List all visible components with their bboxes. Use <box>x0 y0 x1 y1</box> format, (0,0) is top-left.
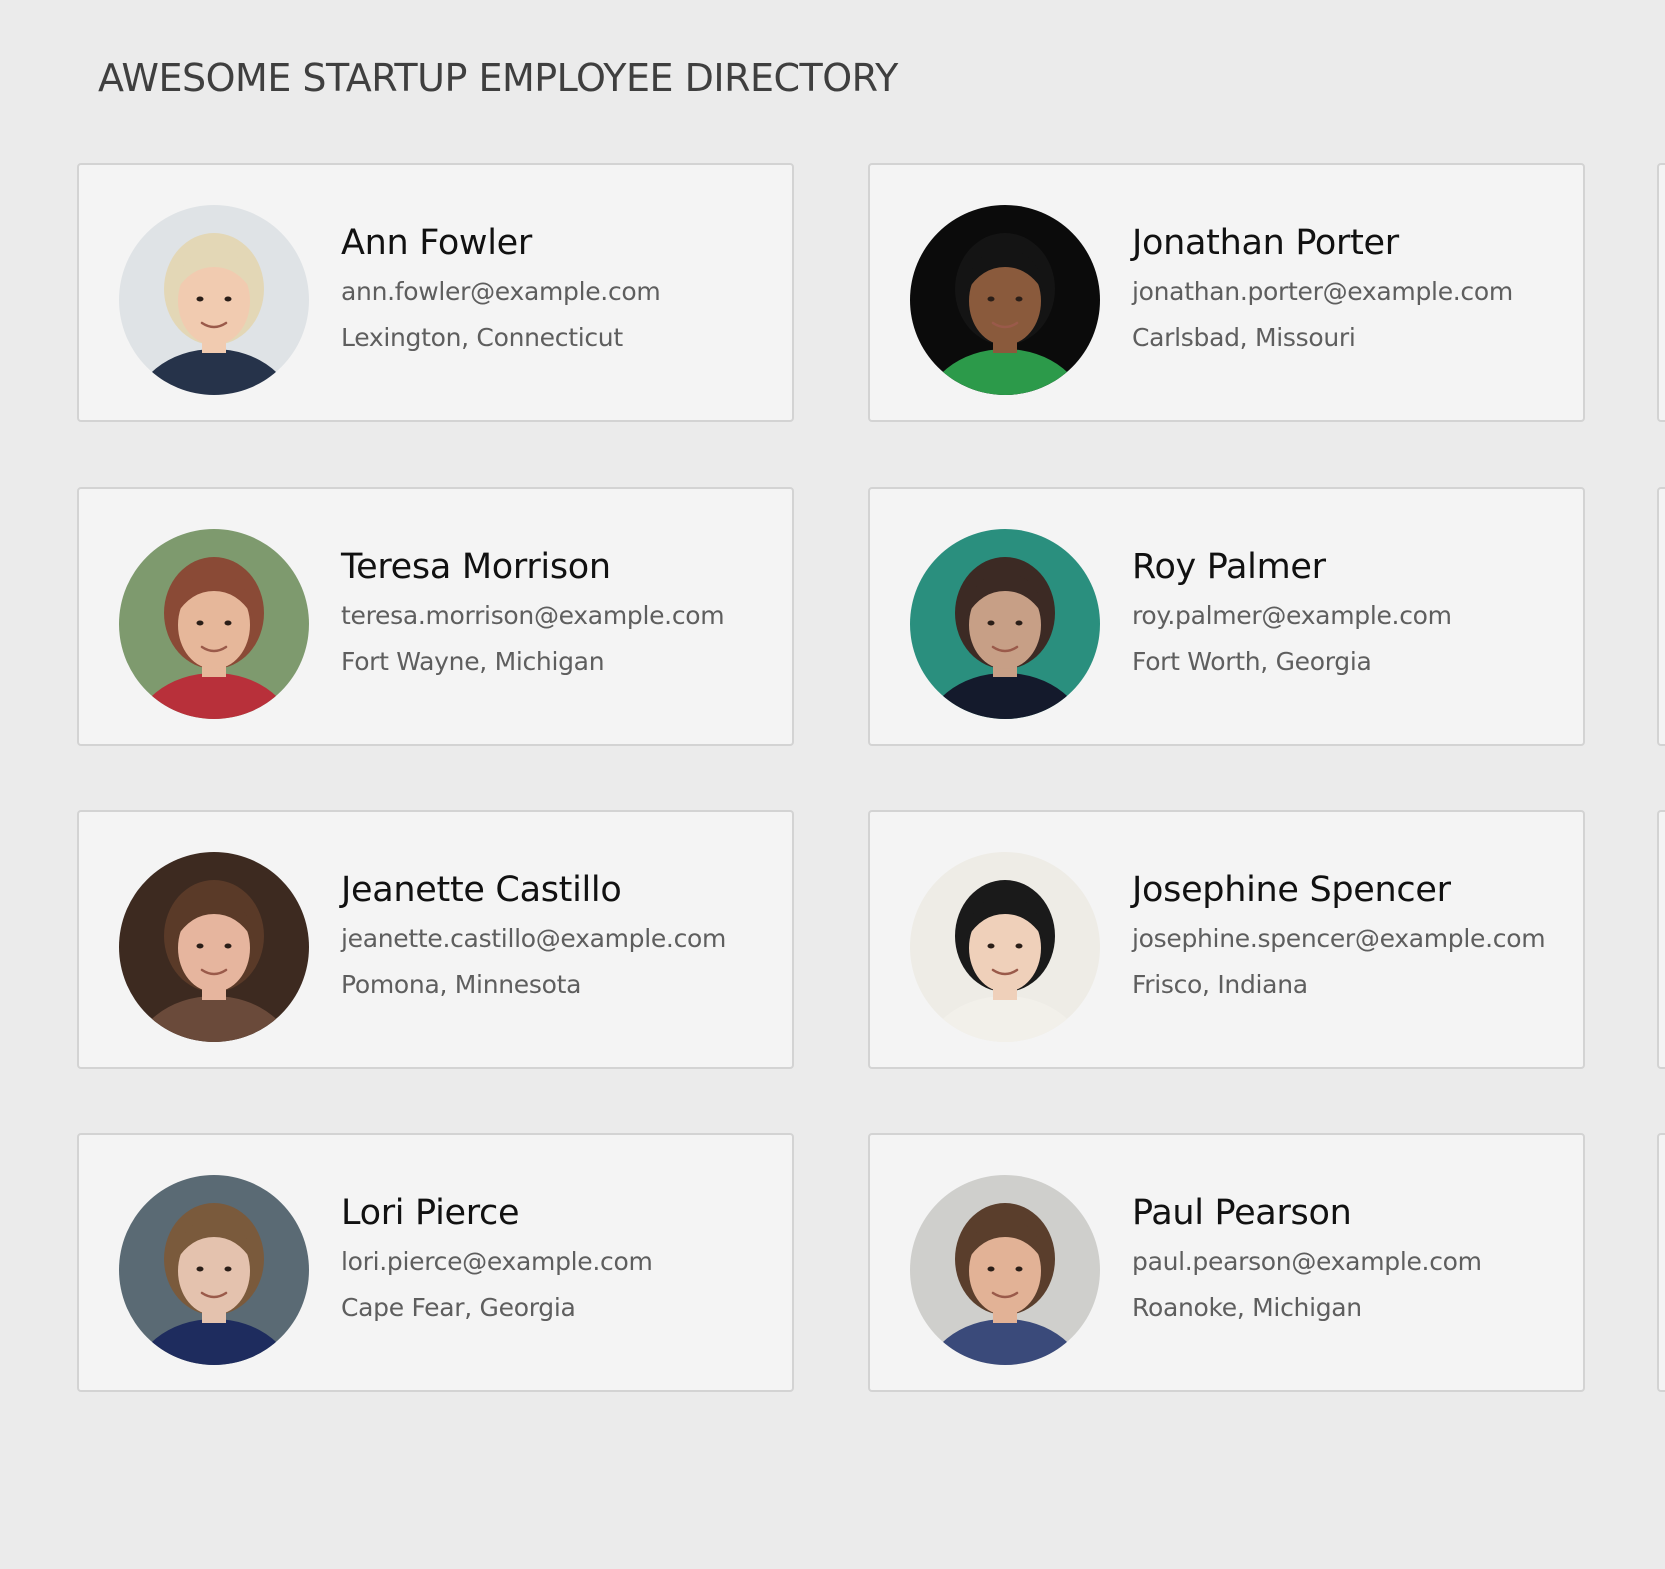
employee-name: Lori Pierce <box>341 1193 520 1233</box>
employee-info: Josephine Spencer josephine.spencer@examp… <box>1132 868 1575 1004</box>
employee-info: Jonathan Porter jonathan.porter@example.c… <box>1132 221 1575 357</box>
employee-name: Jeanette Castillo <box>341 870 622 910</box>
employee-info: Lori Pierce lori.pierce@example.com Cape F… <box>341 1191 784 1327</box>
employee-info: Paul Pearson paul.pearson@example.com Roan… <box>1132 1191 1575 1327</box>
employee-email: paul.pearson@example.com <box>1132 1247 1482 1276</box>
employee-card[interactable]: Lori Pierce lori.pierce@example.com Cape F… <box>77 1133 794 1392</box>
employee-info: Teresa Morrison teresa.morrison@example.c… <box>341 545 784 681</box>
employee-card[interactable]: Josephine Spencer josephine.spencer@examp… <box>868 810 1585 1069</box>
employee-card[interactable]: Roy Palmer roy.palmer@example.com Fort Wor… <box>868 487 1585 746</box>
employee-avatar <box>910 852 1100 1042</box>
employee-avatar <box>119 852 309 1042</box>
employee-info: Jeanette Castillo jeanette.castillo@examp… <box>341 868 784 1004</box>
employee-name: Ann Fowler <box>341 223 533 263</box>
employee-location: Fort Wayne, Michigan <box>341 647 605 676</box>
employee-email: josephine.spencer@example.com <box>1132 924 1546 953</box>
employee-avatar <box>910 1175 1100 1365</box>
employee-name: Paul Pearson <box>1132 1193 1352 1233</box>
employee-card-partial[interactable] <box>1657 163 1665 422</box>
employee-card[interactable]: Teresa Morrison teresa.morrison@example.c… <box>77 487 794 746</box>
employee-location: Lexington, Connecticut <box>341 323 623 352</box>
employee-email: roy.palmer@example.com <box>1132 601 1452 630</box>
employee-avatar <box>119 529 309 719</box>
employee-name: Teresa Morrison <box>341 547 611 587</box>
employee-avatar <box>119 1175 309 1365</box>
employee-location: Frisco, Indiana <box>1132 970 1308 999</box>
employee-card-partial[interactable] <box>1657 1133 1665 1392</box>
employee-location: Pomona, Minnesota <box>341 970 582 999</box>
employee-card-partial[interactable] <box>1657 810 1665 1069</box>
employee-avatar <box>910 529 1100 719</box>
employee-name: Jonathan Porter <box>1132 223 1399 263</box>
employee-location: Roanoke, Michigan <box>1132 1293 1362 1322</box>
employee-card[interactable]: Ann Fowler ann.fowler@example.com Lexingto… <box>77 163 794 422</box>
employee-location: Cape Fear, Georgia <box>341 1293 576 1322</box>
employee-avatar <box>910 205 1100 395</box>
employee-email: ann.fowler@example.com <box>341 277 661 306</box>
employee-avatar <box>119 205 309 395</box>
employee-email: teresa.morrison@example.com <box>341 601 725 630</box>
employee-name: Roy Palmer <box>1132 547 1326 587</box>
employee-location: Carlsbad, Missouri <box>1132 323 1356 352</box>
employee-card-partial[interactable] <box>1657 487 1665 746</box>
employee-email: jonathan.porter@example.com <box>1132 277 1513 306</box>
employee-card[interactable]: Jeanette Castillo jeanette.castillo@examp… <box>77 810 794 1069</box>
employee-info: Roy Palmer roy.palmer@example.com Fort Wor… <box>1132 545 1575 681</box>
employee-info: Ann Fowler ann.fowler@example.com Lexingto… <box>341 221 784 357</box>
employee-location: Fort Worth, Georgia <box>1132 647 1372 676</box>
employee-name: Josephine Spencer <box>1132 870 1451 910</box>
employee-email: jeanette.castillo@example.com <box>341 924 727 953</box>
employee-email: lori.pierce@example.com <box>341 1247 653 1276</box>
employee-card[interactable]: Jonathan Porter jonathan.porter@example.c… <box>868 163 1585 422</box>
page-title: AWESOME STARTUP EMPLOYEE DIRECTORY <box>98 56 898 100</box>
employee-card[interactable]: Paul Pearson paul.pearson@example.com Roan… <box>868 1133 1585 1392</box>
